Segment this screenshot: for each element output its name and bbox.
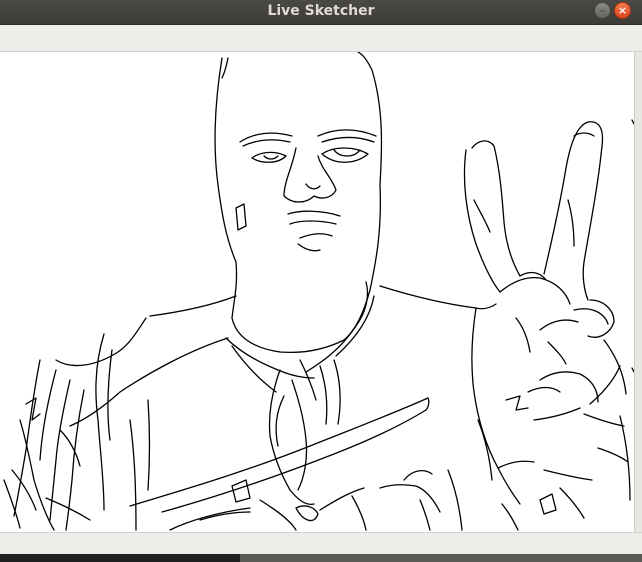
sketch-right-brow bbox=[317, 129, 377, 137]
sketch-canvas bbox=[0, 52, 634, 532]
close-button[interactable]: × bbox=[614, 2, 631, 19]
sketch-pen bbox=[129, 397, 429, 507]
status-bar bbox=[0, 532, 642, 555]
sketch-middle-finger bbox=[543, 121, 604, 301]
sketch-nose bbox=[283, 147, 337, 203]
sketch-collar bbox=[305, 281, 369, 373]
right-scroll-strip bbox=[634, 52, 642, 532]
sketch-index-finger bbox=[463, 149, 501, 293]
toolbar-area bbox=[0, 25, 642, 52]
desktop-strip bbox=[0, 554, 642, 562]
sketch-image bbox=[3, 52, 634, 531]
minimize-button[interactable]: – bbox=[594, 2, 611, 19]
window-title: Live Sketcher bbox=[267, 3, 375, 19]
title-bar[interactable]: Live Sketcher – × bbox=[0, 0, 642, 25]
sketch-left-eye bbox=[251, 151, 287, 163]
sketch-right-eye bbox=[321, 147, 369, 163]
sketch-right-shoulder bbox=[379, 285, 497, 310]
desktop-strip-light bbox=[240, 554, 642, 562]
close-icon: × bbox=[617, 4, 628, 17]
minimize-icon: – bbox=[599, 4, 606, 17]
sketch-left-shoulder bbox=[149, 295, 237, 317]
sketch-mouth bbox=[287, 210, 341, 217]
app-window: Live Sketcher – × bbox=[0, 0, 642, 562]
sketch-palm bbox=[471, 307, 521, 505]
